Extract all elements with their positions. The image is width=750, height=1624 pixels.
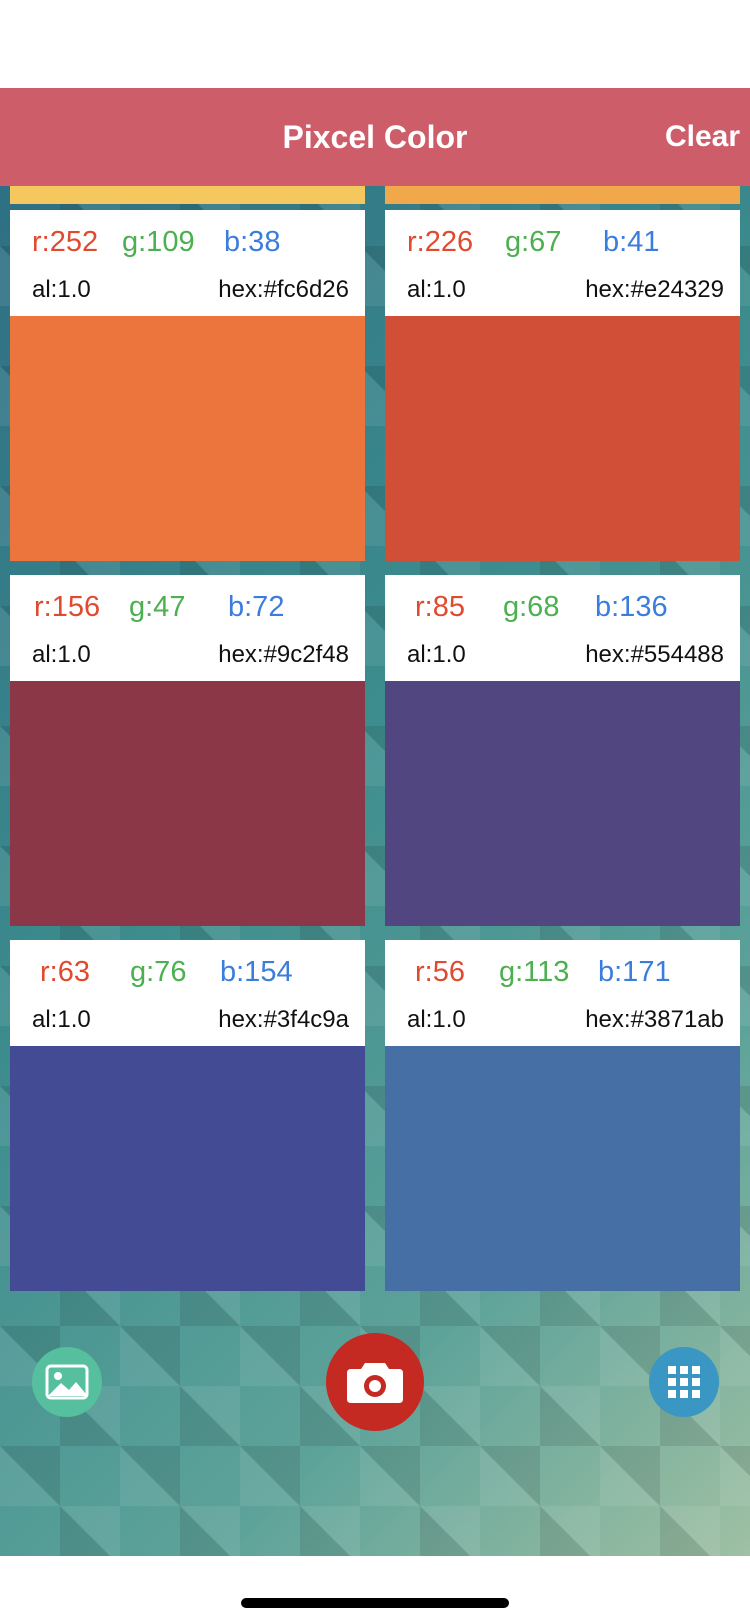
green-value: g:113 <box>499 956 570 988</box>
hex-value: hex:#554488 <box>585 641 724 668</box>
alpha-hex-row: al:1.0 hex:#9c2f48 <box>10 637 365 677</box>
color-swatch[interactable] <box>10 1046 365 1291</box>
rgb-values: r:226 g:67 b:41 <box>385 210 740 270</box>
blue-value: b:136 <box>595 591 668 623</box>
color-card[interactable]: r:56 g:113 b:171 al:1.0 hex:#3871ab <box>385 940 740 1291</box>
green-value: g:47 <box>129 591 186 623</box>
alpha-value: al:1.0 <box>407 276 466 303</box>
camera-icon <box>347 1363 403 1403</box>
red-value: r:156 <box>34 591 101 623</box>
color-card[interactable]: r:85 g:68 b:136 al:1.0 hex:#554488 <box>385 575 740 926</box>
camera-button[interactable] <box>326 1333 424 1431</box>
red-value: r:85 <box>415 591 465 623</box>
alpha-hex-row: al:1.0 hex:#fc6d26 <box>10 272 365 312</box>
hex-value: hex:#3f4c9a <box>218 1006 349 1033</box>
alpha-value: al:1.0 <box>32 641 91 668</box>
grid-icon <box>668 1366 700 1398</box>
alpha-hex-row: al:1.0 hex:#e24329 <box>385 272 740 312</box>
color-swatch[interactable] <box>385 681 740 926</box>
blue-value: b:38 <box>224 226 281 258</box>
color-swatch[interactable] <box>10 316 365 561</box>
rgb-values: r:63 g:76 b:154 <box>10 940 365 1000</box>
blue-value: b:171 <box>598 956 671 988</box>
red-value: r:63 <box>40 956 90 988</box>
page-title: Pixcel Color <box>282 119 468 155</box>
navigation-bar: Pixcel Color Clear <box>0 88 750 186</box>
green-value: g:76 <box>130 956 187 988</box>
color-card[interactable]: r:252 g:109 b:38 al:1.0 hex:#fc6d26 <box>10 210 365 561</box>
status-bar <box>0 0 750 88</box>
hex-value: hex:#e24329 <box>585 276 724 303</box>
image-icon <box>45 1364 89 1400</box>
grid-button[interactable] <box>649 1347 719 1417</box>
hex-value: hex:#fc6d26 <box>218 276 349 303</box>
red-value: r:56 <box>415 956 465 988</box>
color-swatch[interactable] <box>385 1046 740 1291</box>
partial-swatch-right[interactable] <box>385 186 740 204</box>
alpha-value: al:1.0 <box>32 276 91 303</box>
color-card[interactable]: r:156 g:47 b:72 al:1.0 hex:#9c2f48 <box>10 575 365 926</box>
color-card[interactable]: r:63 g:76 b:154 al:1.0 hex:#3f4c9a <box>10 940 365 1291</box>
rgb-values: r:252 g:109 b:38 <box>10 210 365 270</box>
hex-value: hex:#9c2f48 <box>218 641 349 668</box>
blue-value: b:72 <box>228 591 285 623</box>
partial-swatch-left[interactable] <box>10 186 365 204</box>
gallery-button[interactable] <box>32 1347 102 1417</box>
alpha-value: al:1.0 <box>407 641 466 668</box>
color-card[interactable]: r:226 g:67 b:41 al:1.0 hex:#e24329 <box>385 210 740 561</box>
blue-value: b:154 <box>220 956 293 988</box>
rgb-values: r:85 g:68 b:136 <box>385 575 740 635</box>
hex-value: hex:#3871ab <box>585 1006 724 1033</box>
app-screen: Pixcel Color Clear r:252 g:109 b:38 al:1… <box>0 0 750 1624</box>
red-value: r:226 <box>407 226 474 258</box>
clear-button[interactable]: Clear <box>665 88 740 186</box>
color-swatch[interactable] <box>10 681 365 926</box>
alpha-hex-row: al:1.0 hex:#3871ab <box>385 1002 740 1042</box>
blue-value: b:41 <box>603 226 660 258</box>
color-swatch[interactable] <box>385 316 740 561</box>
alpha-value: al:1.0 <box>407 1006 466 1033</box>
green-value: g:109 <box>122 226 195 258</box>
alpha-hex-row: al:1.0 hex:#3f4c9a <box>10 1002 365 1042</box>
alpha-hex-row: al:1.0 hex:#554488 <box>385 637 740 677</box>
rgb-values: r:156 g:47 b:72 <box>10 575 365 635</box>
green-value: g:67 <box>505 226 562 258</box>
home-indicator[interactable] <box>241 1598 509 1608</box>
home-indicator-area <box>0 1556 750 1624</box>
red-value: r:252 <box>32 226 99 258</box>
alpha-value: al:1.0 <box>32 1006 91 1033</box>
rgb-values: r:56 g:113 b:171 <box>385 940 740 1000</box>
green-value: g:68 <box>503 591 560 623</box>
